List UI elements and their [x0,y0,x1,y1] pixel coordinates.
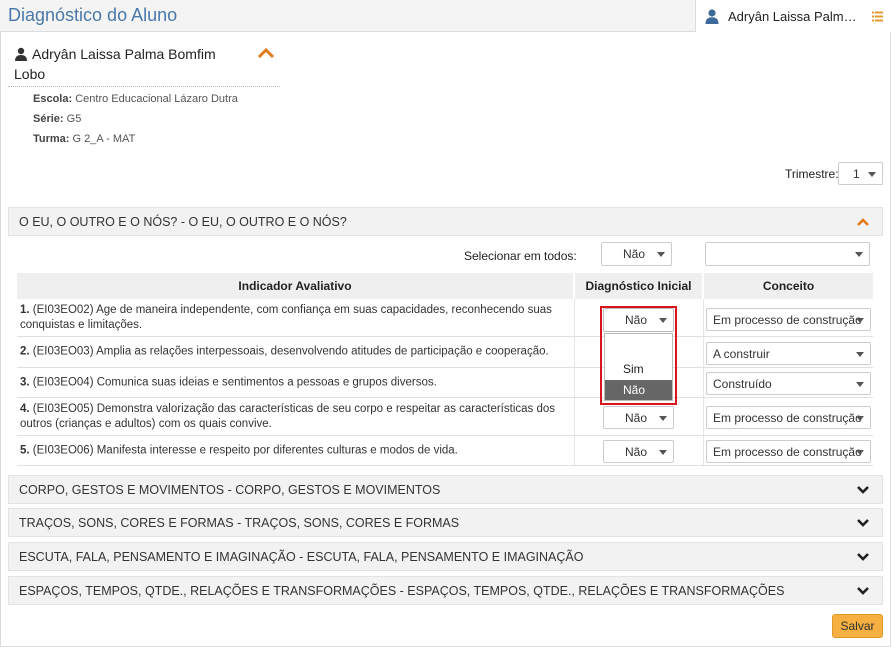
option-sim[interactable]: Sim [605,359,672,379]
caret-down-icon [856,381,864,387]
caret-down-icon [657,252,665,257]
student-name: Adryân Laissa Palma Bomfim Lobo [14,46,216,82]
conceito-select[interactable]: Construído [706,372,871,395]
option-blank[interactable] [605,336,672,356]
chevron-up-icon [857,217,869,226]
select-all-conceito[interactable] [705,242,870,266]
chevron-down-icon [857,518,869,527]
section-corpo-gestos[interactable]: CORPO, GESTOS E MOVIMENTOS - CORPO, GEST… [8,475,883,504]
caret-down-icon [659,449,667,455]
option-nao[interactable]: Não [605,380,672,400]
caret-down-icon [856,415,864,421]
serie-row: Série: G5 [33,113,82,125]
student-info: Escola: Centro Educacional Lázaro Dutra … [8,86,280,152]
user-name: Adryân Laissa Palma ... [728,9,862,24]
chevron-down-icon [857,552,869,561]
caret-down-icon [659,415,667,421]
top-bar: Diagnóstico do Aluno Adryân Laissa Palma… [0,0,891,32]
section-espacos-tempos[interactable]: ESPAÇOS, TEMPOS, QTDE., RELAÇÕES E TRANS… [8,576,883,605]
caret-down-icon [868,171,876,177]
conceito-select[interactable]: Em processo de construção [706,406,871,429]
section-escuta-fala[interactable]: ESCUTA, FALA, PENSAMENTO E IMAGINAÇÃO - … [8,542,883,571]
user-menu[interactable]: Adryân Laissa Palma ... [695,0,891,32]
chevron-down-icon [857,485,869,494]
conceito-select[interactable]: Em processo de construção [706,308,871,331]
student-name-block: Adryân Laissa Palma Bomfim Lobo [14,44,244,84]
header-diagnostico: Diagnóstico Inicial [575,273,702,299]
caret-down-icon [856,351,864,357]
chevron-down-icon [857,586,869,595]
turma-row: Turma: G 2_A - MAT [33,133,136,145]
select-all-label: Selecionar em todos: [464,249,577,263]
person-icon [15,47,27,61]
conceito-select[interactable]: Em processo de construção [706,440,871,463]
section-tracos-sons[interactable]: TRAÇOS, SONS, CORES E FORMAS - TRAÇOS, S… [8,508,883,537]
list-icon[interactable] [872,11,883,22]
trimestre-select[interactable]: 1 [838,162,883,185]
section-o-eu-o-outro[interactable]: O EU, O OUTRO E O NÓS? - O EU, O OUTRO E… [8,207,883,236]
caret-down-icon [659,318,667,323]
escola-row: Escola: Centro Educacional Lázaro Dutra [33,93,238,105]
caret-down-icon [855,252,863,257]
select-all-diagnostico[interactable]: Não [601,242,672,266]
page-title: Diagnóstico do Aluno [8,5,178,25]
save-button[interactable]: Salvar [832,614,883,638]
diagnostico-select[interactable]: Não [603,440,674,463]
trimestre-label: Trimestre: [785,167,839,181]
caret-down-icon [856,449,864,455]
chevron-up-icon[interactable] [257,47,275,59]
header-conceito: Conceito [704,273,873,299]
diagnostico-dropdown-list: Sim Não [604,333,673,401]
user-icon [705,9,719,24]
caret-down-icon [856,317,864,323]
header-indicador: Indicador Avaliativo [17,273,573,299]
conceito-select[interactable]: A construir [706,342,871,365]
diagnostico-select[interactable]: Não [603,308,674,332]
diagnostico-select[interactable]: Não [603,406,674,429]
